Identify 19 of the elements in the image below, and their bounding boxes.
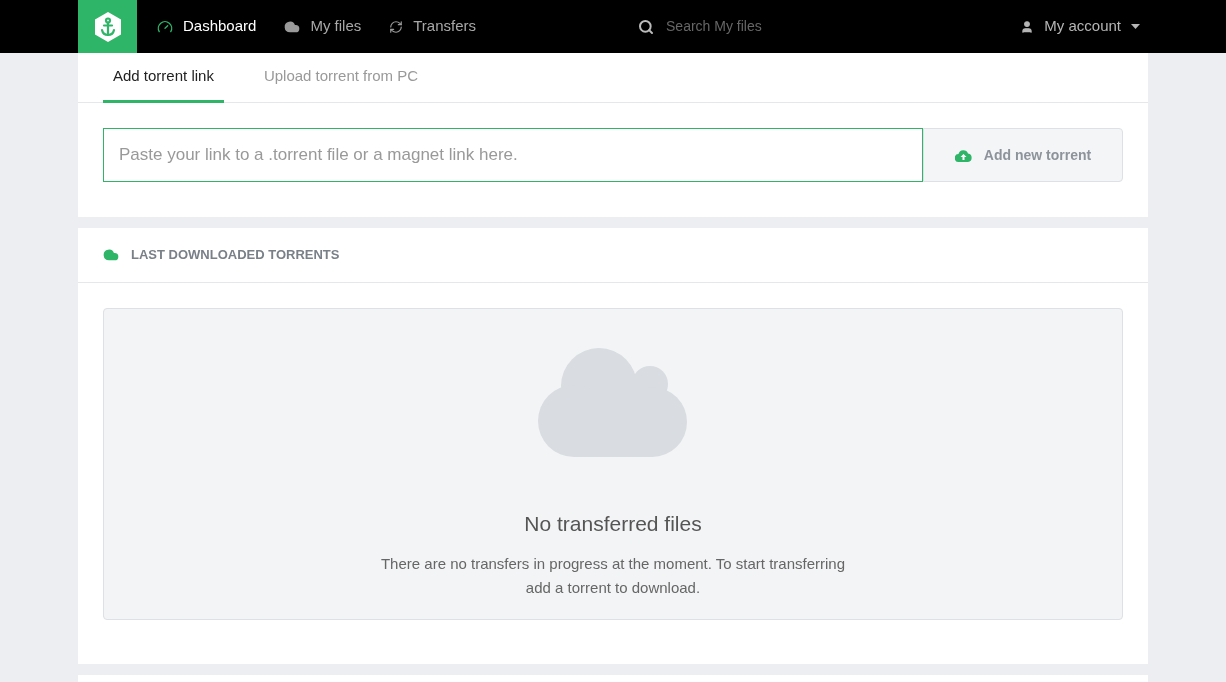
cloud-icon (103, 247, 119, 263)
caret-icon (1131, 24, 1140, 29)
user-icon (1020, 19, 1035, 34)
cloud-upload-icon (954, 148, 972, 162)
tab[interactable]: Add torrent link (103, 53, 224, 103)
gauge-icon (157, 18, 173, 35)
refresh-icon (389, 19, 404, 34)
nav-link[interactable]: Transfers (389, 15, 477, 38)
section-title: LAST DOWNLOADED TORRENTS (131, 246, 340, 265)
search-field[interactable]: Search My files (666, 16, 867, 37)
nav-link[interactable]: Dashboard (157, 15, 257, 38)
torrent-link-field[interactable]: Paste your link to a .torrent file or a magnet link here. (103, 128, 923, 182)
nav-link[interactable]: My files (284, 15, 362, 38)
empty-state-title: No transferred files (524, 511, 702, 537)
logo-icon[interactable] (78, 0, 137, 53)
account-menu-button[interactable]: My account (1020, 15, 1140, 38)
search-icon (638, 18, 655, 35)
empty-state-text: There are no transfers in progress at the moment. To start transferring add a torrent to download. (379, 553, 847, 598)
cloud-icon (537, 346, 689, 458)
